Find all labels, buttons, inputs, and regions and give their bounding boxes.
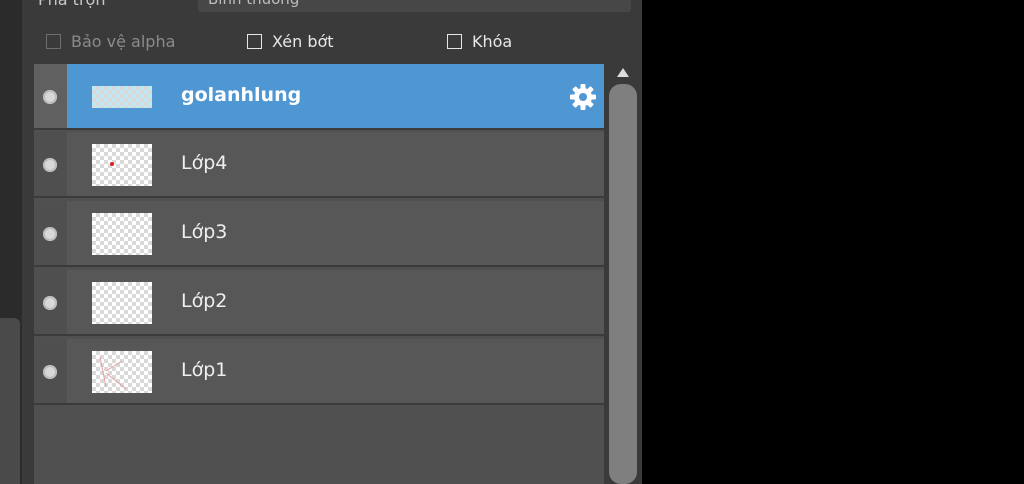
visibility-dot-icon[interactable] bbox=[43, 90, 57, 104]
layer-thumbnail bbox=[92, 213, 152, 255]
layer-name: Lớp4 bbox=[181, 152, 228, 174]
visibility-dot-icon[interactable] bbox=[43, 158, 57, 172]
layer-list: golanhlung Lớp4 Lớp3 Lớp2 Lớp1 bbox=[34, 64, 604, 484]
layer-name: golanhlung bbox=[181, 84, 302, 106]
gear-icon[interactable] bbox=[568, 82, 598, 112]
lock-checkbox[interactable]: Khóa bbox=[447, 28, 512, 54]
layer-name: Lớp2 bbox=[181, 290, 228, 312]
layer-name: Lớp1 bbox=[181, 359, 228, 381]
protect-alpha-box[interactable] bbox=[46, 33, 61, 49]
blend-mode-label: Pha trộn bbox=[38, 0, 105, 9]
visibility-dot-icon[interactable] bbox=[43, 365, 57, 379]
left-scrollbar-thumb[interactable] bbox=[0, 318, 20, 484]
scrollbar-thumb[interactable] bbox=[609, 84, 637, 484]
layer-row-lop2[interactable]: Lớp2 bbox=[34, 270, 604, 336]
clip-label: Xén bớt bbox=[272, 31, 334, 51]
blend-mode-select[interactable]: Bình thường bbox=[198, 0, 631, 12]
protect-alpha-checkbox[interactable]: Bảo vệ alpha bbox=[46, 28, 175, 54]
protect-alpha-label: Bảo vệ alpha bbox=[71, 31, 176, 51]
visibility-dot-icon[interactable] bbox=[43, 227, 57, 241]
visibility-dot-icon[interactable] bbox=[43, 296, 57, 310]
thumbnail-red-dot bbox=[110, 162, 114, 166]
layer-thumbnail bbox=[92, 351, 152, 393]
lock-label: Khóa bbox=[472, 31, 513, 51]
layer-list-scrollbar[interactable] bbox=[606, 64, 640, 484]
clip-checkbox[interactable]: Xén bớt bbox=[247, 28, 334, 54]
thumbnail-sketch bbox=[99, 356, 127, 390]
clip-box[interactable] bbox=[247, 33, 262, 49]
layer-thumbnail bbox=[92, 282, 152, 324]
layers-panel: Pha trộn Bình thường Bảo vệ alpha Xén bớ… bbox=[0, 0, 642, 484]
lock-box[interactable] bbox=[447, 33, 462, 49]
layer-row-lop4[interactable]: Lớp4 bbox=[34, 132, 604, 198]
blend-row: Pha trộn Bình thường bbox=[22, 0, 642, 14]
layer-name: Lớp3 bbox=[181, 221, 228, 243]
layer-thumbnail bbox=[92, 86, 152, 108]
layer-row-lop3[interactable]: Lớp3 bbox=[34, 201, 604, 267]
left-scrollbar[interactable] bbox=[0, 0, 22, 484]
layer-row-golanhlung[interactable]: golanhlung bbox=[34, 64, 604, 130]
layer-row-lop1[interactable]: Lớp1 bbox=[34, 339, 604, 405]
layer-thumbnail bbox=[92, 144, 152, 186]
scroll-up-arrow-icon[interactable] bbox=[617, 68, 629, 77]
